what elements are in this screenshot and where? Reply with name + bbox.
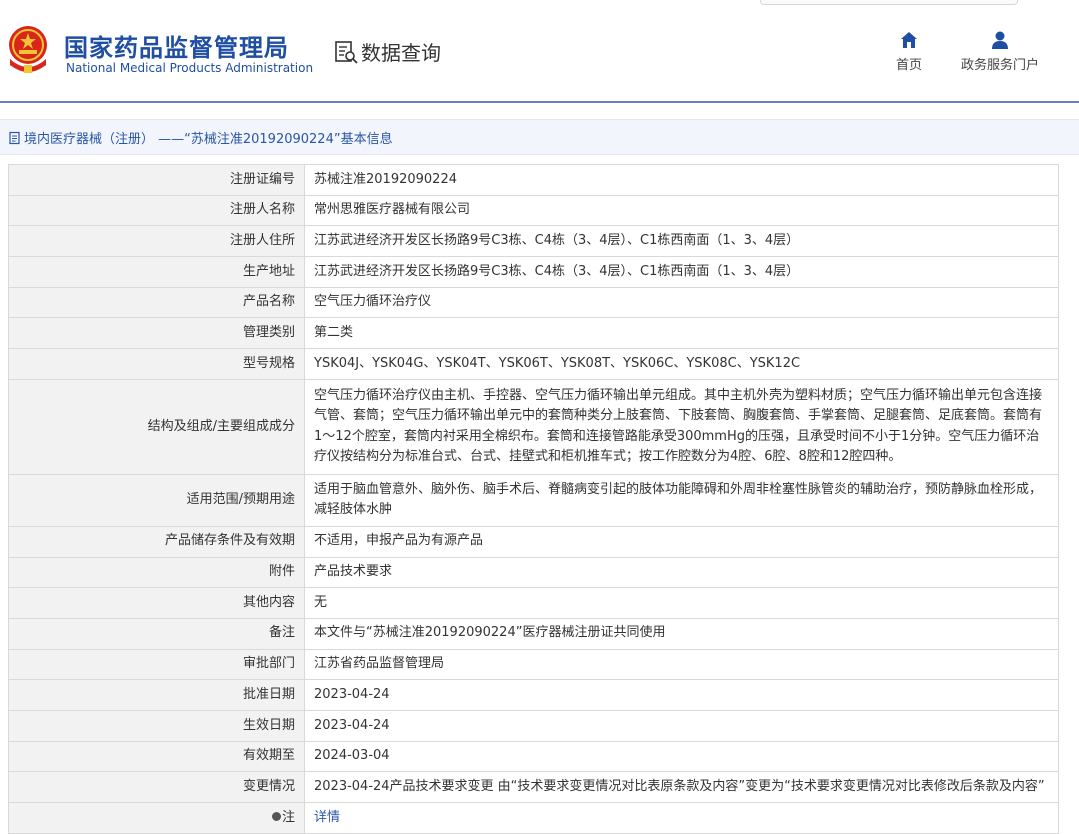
table-row: 型号规格 YSK04J、YSK04G、YSK04T、YSK06T、YSK08T、… xyxy=(8,348,1059,380)
row-label: 型号规格 xyxy=(8,348,305,380)
row-label: 有效期至 xyxy=(8,740,305,773)
document-icon xyxy=(9,131,20,144)
row-value: 产品技术要求 xyxy=(304,556,1059,589)
row-label: 注 xyxy=(281,809,295,825)
nav-home[interactable]: 首页 xyxy=(888,30,930,73)
row-value: 2024-03-04 xyxy=(304,740,1059,773)
site-subtitle: National Medical Products Administration xyxy=(66,61,314,75)
row-value: 适用于脑血管意外、脑外伤、脑手术后、脊髓病变引起的肢体功能障碍和外周非栓塞性脉管… xyxy=(304,473,1059,527)
row-label: 注册证编号 xyxy=(8,164,305,196)
table-row: 管理类别 第二类 xyxy=(8,317,1059,350)
row-value: 常州思雅医疗器械有限公司 xyxy=(304,194,1059,227)
home-icon xyxy=(901,32,917,48)
table-row: 注册证编号 苏械注准20192090224 xyxy=(8,164,1059,196)
table-row: 有效期至 2024-03-04 xyxy=(8,740,1059,773)
search-document-icon xyxy=(335,40,358,64)
detail-link[interactable]: 详情 xyxy=(314,810,340,825)
table-row: 结构及组成/主要组成成分 空气压力循环治疗仪由主机、手控器、空气压力循环输出单元… xyxy=(8,378,1059,475)
breadcrumb: 境内医疗器械（注册） ——“苏械注准20192090224”基本信息 xyxy=(8,128,393,147)
row-value: 2023-04-24 xyxy=(304,709,1059,742)
table-row: 批准日期 2023-04-24 xyxy=(8,679,1059,711)
table-row: 备注 本文件与“苏械注准20192090224”医疗器械注册证共同使用 xyxy=(8,617,1059,650)
data-query-label: 数据查询 xyxy=(361,41,441,65)
row-value: 空气压力循环治疗仪 xyxy=(304,286,1059,319)
detail-table: 注册证编号 苏械注准20192090224 注册人名称 常州思雅医疗器械有限公司… xyxy=(8,164,1059,834)
site-header: 国家药品监督管理局 National Medical Products Admi… xyxy=(0,0,1079,100)
row-label: 批准日期 xyxy=(8,679,305,711)
row-value: 江苏武进经济开发区长扬路9号C3栋、C4栋（3、4层）、C1栋西南面（1、3、4… xyxy=(304,225,1059,258)
row-label: 生效日期 xyxy=(8,709,305,742)
row-label: 管理类别 xyxy=(8,317,305,350)
table-row: 附件 产品技术要求 xyxy=(8,556,1059,589)
row-value: 第二类 xyxy=(304,317,1059,350)
data-query-title: 数据查询 xyxy=(333,37,441,66)
nav-gov-portal[interactable]: 政务服务门户 xyxy=(955,30,1045,73)
row-value: 不适用，申报产品为有源产品 xyxy=(304,525,1059,558)
table-row: 审批部门 江苏省药品监督管理局 xyxy=(8,648,1059,681)
row-value: 江苏武进经济开发区长扬路9号C3栋、C4栋（3、4层）、C1栋西南面（1、3、4… xyxy=(304,256,1059,288)
table-row: 适用范围/预期用途 适用于脑血管意外、脑外伤、脑手术后、脊髓病变引起的肢体功能障… xyxy=(8,473,1059,527)
header-divider xyxy=(0,101,1079,103)
table-row: 注册人名称 常州思雅医疗器械有限公司 xyxy=(8,194,1059,227)
site-title[interactable]: 国家药品监督管理局 xyxy=(64,28,289,63)
national-emblem-icon xyxy=(9,26,47,73)
row-label: 变更情况 xyxy=(8,771,305,803)
row-label: 审批部门 xyxy=(8,648,305,681)
row-label: 产品名称 xyxy=(8,286,305,319)
table-row: 生产地址 江苏武进经济开发区长扬路9号C3栋、C4栋（3、4层）、C1栋西南面（… xyxy=(8,256,1059,288)
table-row: 生效日期 2023-04-24 xyxy=(8,709,1059,742)
table-row: 产品储存条件及有效期 不适用，申报产品为有源产品 xyxy=(8,525,1059,558)
table-row: 变更情况 2023-04-24产品技术要求变更 由“技术要求变更情况对比表原条款… xyxy=(8,771,1059,803)
row-value: 本文件与“苏械注准20192090224”医疗器械注册证共同使用 xyxy=(304,617,1059,650)
row-label: 注册人住所 xyxy=(8,225,305,258)
row-value: 空气压力循环治疗仪由主机、手控器、空气压力循环输出单元组成。其中主机外壳为塑料材… xyxy=(304,378,1059,475)
nav-gov-label: 政务服务门户 xyxy=(960,58,1039,73)
row-label: 注册人名称 xyxy=(8,194,305,227)
breadcrumb-text: 境内医疗器械（注册） ——“苏械注准20192090224”基本信息 xyxy=(24,132,393,147)
row-value: 苏械注准20192090224 xyxy=(304,164,1059,196)
row-label: 其他内容 xyxy=(8,587,305,619)
row-label: 产品储存条件及有效期 xyxy=(8,525,305,558)
lightbulb-icon xyxy=(271,811,281,821)
user-icon xyxy=(992,31,1008,49)
row-label: 结构及组成/主要组成成分 xyxy=(8,378,305,475)
row-value: 2023-04-24产品技术要求变更 由“技术要求变更情况对比表原条款及内容”变… xyxy=(304,771,1059,803)
nav-home-label: 首页 xyxy=(895,58,922,73)
top-search-box[interactable] xyxy=(760,0,1018,5)
row-value: 2023-04-24 xyxy=(304,679,1059,711)
table-row: 产品名称 空气压力循环治疗仪 xyxy=(8,286,1059,319)
table-row: 其他内容 无 xyxy=(8,587,1059,619)
row-label: 适用范围/预期用途 xyxy=(8,473,305,527)
table-row: 注册人住所 江苏武进经济开发区长扬路9号C3栋、C4栋（3、4层）、C1栋西南面… xyxy=(8,225,1059,258)
row-label: 备注 xyxy=(8,617,305,650)
row-value: 无 xyxy=(304,587,1059,619)
breadcrumb-bar: 境内医疗器械（注册） ——“苏械注准20192090224”基本信息 xyxy=(0,119,1079,155)
row-label: 附件 xyxy=(8,556,305,589)
row-value: YSK04J、YSK04G、YSK04T、YSK06T、YSK08T、YSK06… xyxy=(304,348,1059,380)
row-value: 江苏省药品监督管理局 xyxy=(304,648,1059,681)
row-label: 生产地址 xyxy=(8,256,305,288)
